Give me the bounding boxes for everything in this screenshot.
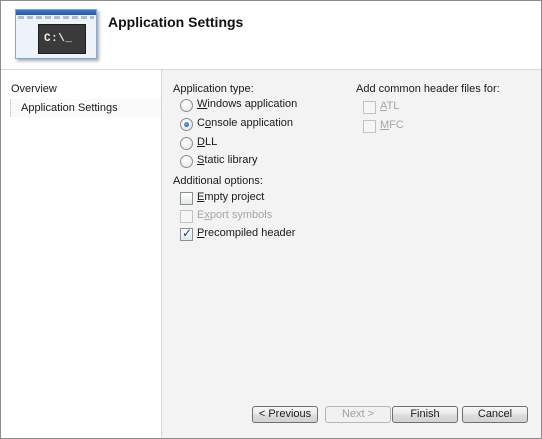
radio-label: Console application [197,117,294,129]
sidebar-item-application-settings[interactable]: Application Settings [10,99,161,117]
checkbox-label: Export symbols [197,209,273,221]
checkbox-indicator[interactable] [180,192,193,205]
page-title: Application Settings [108,14,244,30]
radio-indicator-selected[interactable] [180,118,193,131]
cancel-button[interactable]: Cancel [462,406,528,423]
checkbox-label: MFC [380,119,404,131]
additional-options-heading: Additional options: [173,175,263,187]
checkbox-indicator-disabled [180,210,193,223]
common-headers-heading: Add common header files for: [356,83,500,95]
thumbnail-menubar [18,16,94,19]
radio-indicator[interactable] [180,155,193,168]
finish-button[interactable]: Finish [392,406,458,423]
checkbox-label: ATL [380,100,400,112]
checkbox-indicator-disabled [363,120,376,133]
settings-pane: Application type: Windows application Co… [162,70,541,438]
checkbox-label: Precompiled header [197,227,296,239]
checkbox-indicator-disabled [363,101,376,114]
radio-label: Static library [197,154,258,166]
console-prompt-text: C:\_ [44,33,73,45]
previous-button[interactable]: < Previous [252,406,318,423]
checkbox-label: Empty project [197,191,265,203]
application-type-heading: Application type: [173,83,254,95]
radio-label: Windows application [197,98,298,110]
next-button: Next > [325,406,391,423]
thumbnail-titlebar [16,10,96,15]
wizard-window: C:\_ Application Settings Overview Appli… [0,0,542,439]
checkbox-indicator-checked[interactable]: ✓ [180,226,193,241]
console-app-thumbnail: C:\_ [15,9,97,59]
radio-label: DLL [197,136,218,148]
checkmark-icon: ✓ [182,226,193,240]
wizard-header: C:\_ Application Settings [1,1,541,70]
console-window-icon: C:\_ [38,24,86,54]
sidebar-item-overview[interactable]: Overview [11,80,57,98]
radio-indicator[interactable] [180,99,193,112]
wizard-sidebar: Overview Application Settings [1,70,162,438]
radio-indicator[interactable] [180,137,193,150]
